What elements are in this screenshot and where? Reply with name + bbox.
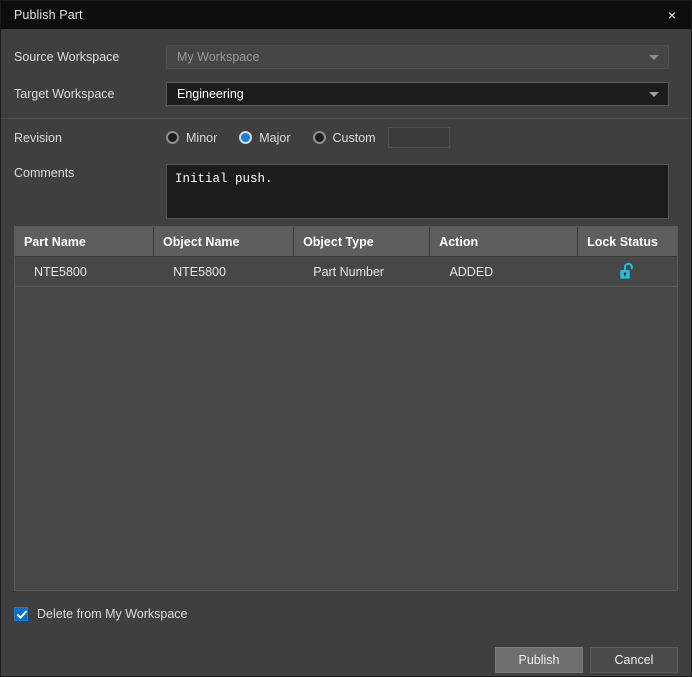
form-panel: Source Workspace My Workspace Target Wor…	[1, 29, 691, 226]
radio-custom-indicator	[312, 131, 326, 144]
close-icon[interactable]: ×	[653, 1, 691, 29]
radio-custom[interactable]: Custom	[312, 130, 376, 145]
table-header-row: Part Name Object Name Object Type Action…	[15, 227, 677, 257]
cell-lock-status	[578, 257, 677, 286]
radio-custom-label: Custom	[332, 130, 376, 145]
column-header-part-name[interactable]: Part Name	[15, 227, 155, 256]
cell-part-name: NTE5800	[34, 264, 87, 279]
chevron-down-icon	[649, 91, 659, 97]
source-workspace-value: My Workspace	[177, 49, 260, 64]
radio-minor-indicator	[166, 131, 179, 144]
delete-from-workspace-checkbox[interactable]: Delete from My Workspace	[14, 591, 678, 633]
chevron-down-icon	[649, 54, 659, 60]
column-header-action[interactable]: Action	[430, 227, 579, 256]
comments-label: Comments	[14, 166, 75, 180]
column-header-object-type[interactable]: Object Type	[294, 227, 431, 256]
radio-major-label: Major	[259, 130, 291, 145]
action-buttons: Publish Cancel	[14, 647, 678, 673]
dialog-footer: Delete from My Workspace Publish Cancel	[1, 591, 691, 673]
source-workspace-label: Source Workspace	[14, 49, 120, 64]
radio-major-indicator	[239, 131, 253, 144]
cancel-button[interactable]: Cancel	[590, 647, 678, 673]
title-bar: Publish Part ×	[1, 1, 691, 29]
checkbox-indicator	[14, 607, 28, 621]
table-row[interactable]: NTE5800 NTE5800 Part Number ADDED	[15, 257, 677, 287]
target-workspace-label: Target Workspace	[14, 86, 115, 101]
column-header-lock-status[interactable]: Lock Status	[578, 227, 677, 256]
target-workspace-value: Engineering	[177, 86, 244, 101]
publish-items-table: Part Name Object Name Object Type Action…	[14, 226, 678, 591]
source-workspace-row: Source Workspace My Workspace	[1, 38, 691, 75]
revision-row: Revision Minor Major Custom	[1, 119, 691, 156]
publish-part-dialog: Publish Part × Source Workspace My Works…	[0, 0, 692, 677]
revision-label: Revision	[14, 130, 62, 145]
delete-from-workspace-label: Delete from My Workspace	[37, 607, 188, 621]
comments-input[interactable]: Initial push.	[166, 164, 669, 219]
page-title: Publish Part	[14, 8, 83, 22]
radio-major[interactable]: Major	[239, 130, 291, 145]
cell-object-name: NTE5800	[173, 264, 226, 279]
revision-radio-group: Minor Major Custom	[166, 127, 450, 148]
cell-action: ADDED	[449, 264, 494, 279]
unlocked-padlock-icon[interactable]	[618, 261, 638, 282]
cell-object-type: Part Number	[313, 264, 385, 279]
source-workspace-select[interactable]: My Workspace	[166, 44, 669, 69]
custom-revision-input[interactable]	[387, 127, 450, 148]
radio-minor-label: Minor	[186, 130, 218, 145]
target-workspace-row: Target Workspace Engineering	[1, 75, 691, 112]
comments-row: Comments Initial push.	[1, 156, 691, 226]
radio-minor[interactable]: Minor	[166, 131, 217, 145]
target-workspace-select[interactable]: Engineering	[166, 81, 669, 106]
column-header-object-name[interactable]: Object Name	[154, 227, 295, 256]
publish-button[interactable]: Publish	[495, 647, 583, 673]
